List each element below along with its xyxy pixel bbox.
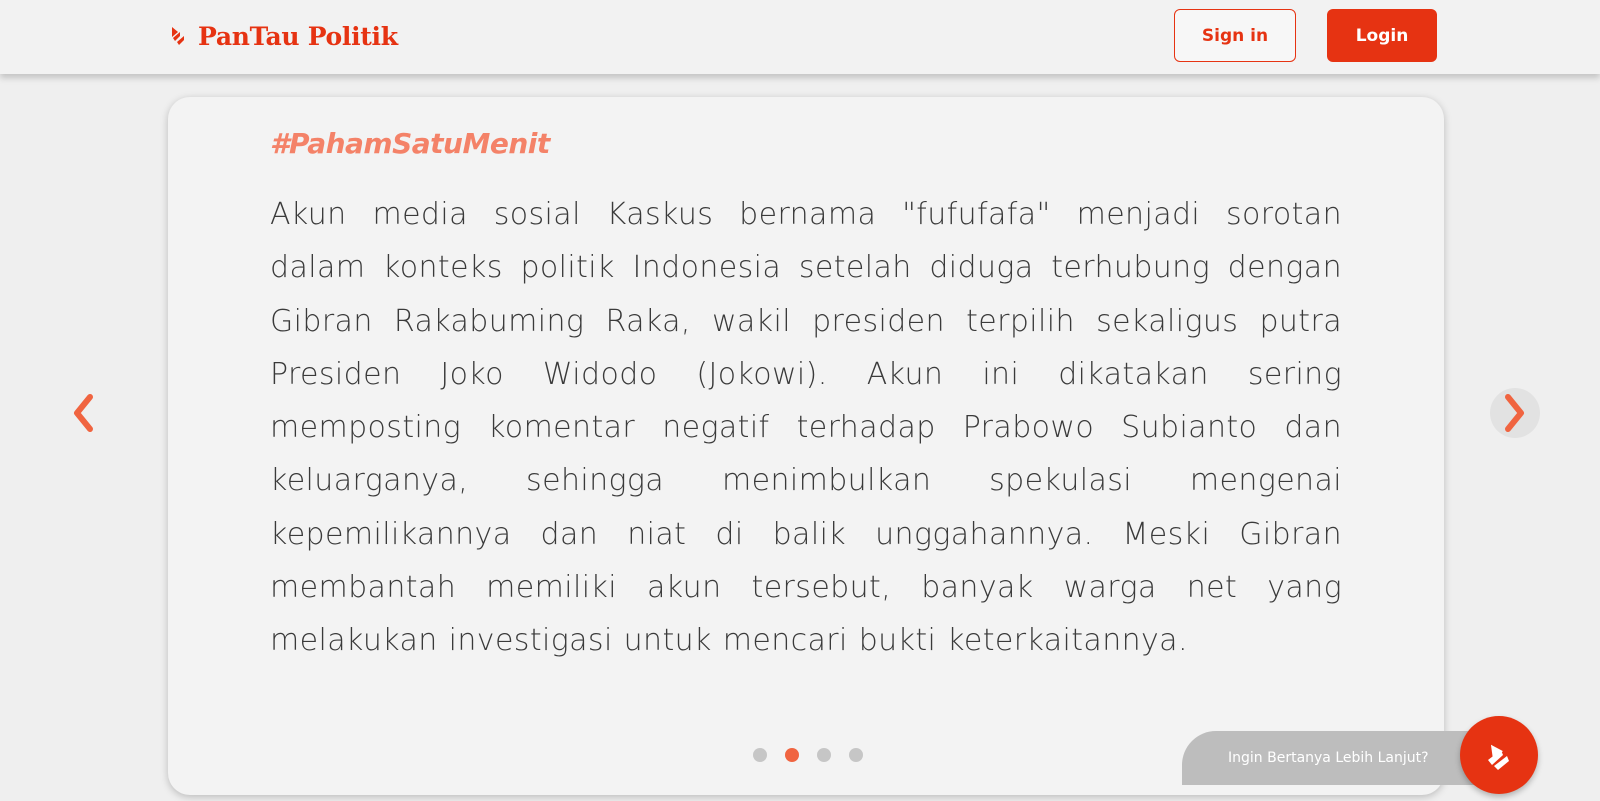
carousel-dot-1[interactable] [753, 748, 767, 762]
carousel-dot-4[interactable] [849, 748, 863, 762]
info-card: #PahamSatuMenit Akun media sosial Kaskus… [168, 97, 1444, 795]
brand-chat-icon [1488, 744, 1509, 770]
carousel-dot-3[interactable] [817, 748, 831, 762]
card-hashtag: #PahamSatuMenit [270, 127, 550, 160]
brand-flame-icon [172, 27, 184, 45]
carousel-dot-2-active[interactable] [785, 748, 799, 762]
chevron-left-icon [74, 394, 93, 432]
carousel-prev-button[interactable] [58, 388, 108, 438]
brand-name: PanTau Politik [198, 21, 398, 51]
top-navbar: PanTau Politik Sign in Login [0, 0, 1600, 74]
chat-prompt-label: Ingin Bertanya Lebih Lanjut? [1228, 750, 1429, 766]
chat-prompt[interactable]: Ingin Bertanya Lebih Lanjut? [1182, 731, 1492, 785]
carousel-next-button[interactable] [1490, 388, 1540, 438]
card-body-text: Akun media sosial Kaskus bernama "fufufa… [270, 197, 1342, 659]
chat-button[interactable] [1460, 716, 1538, 794]
sign-in-button[interactable]: Sign in [1174, 9, 1296, 62]
login-button[interactable]: Login [1327, 9, 1437, 62]
carousel-indicators [753, 748, 863, 762]
chevron-right-icon [1505, 394, 1524, 432]
brand-logo[interactable]: PanTau Politik [168, 18, 398, 54]
